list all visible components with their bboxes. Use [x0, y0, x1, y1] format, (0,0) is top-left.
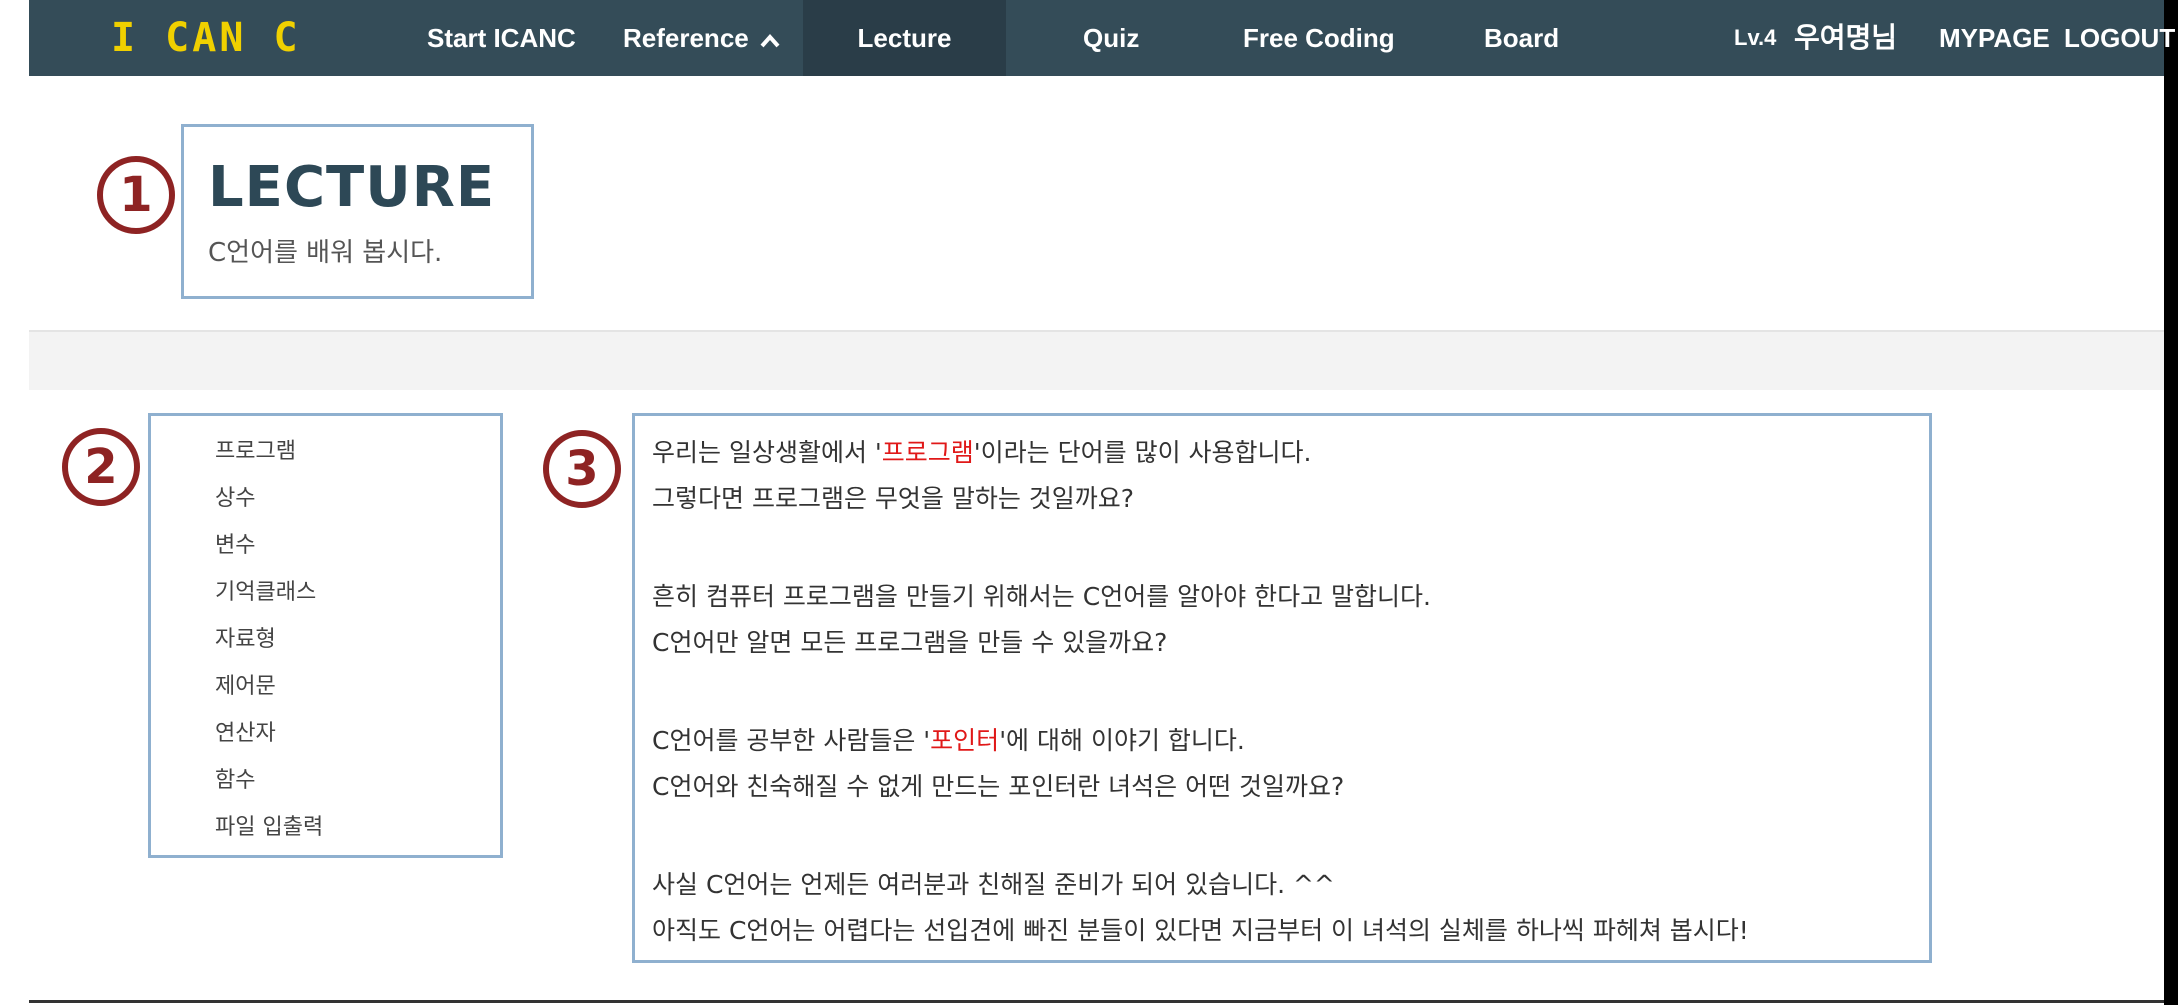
annotation-badge-2: 2 [62, 428, 140, 506]
content-line-5-b: '에 대해 이야기 합니다. [999, 726, 1245, 755]
window-edge [2164, 0, 2178, 1005]
content-line-5-a: C언어를 공부한 사람들은 ' [652, 726, 931, 755]
content-line-4: C언어만 알면 모든 프로그램을 만들 수 있을까요? [652, 628, 1168, 657]
nav-logout[interactable]: LOGOUT [2064, 0, 2175, 76]
highlight-program: 프로그램 [881, 438, 974, 467]
sidebar-item-function[interactable]: 함수 [215, 762, 255, 794]
nav-free-coding[interactable]: Free Coding [1243, 0, 1395, 76]
nav-reference-label: Reference [623, 23, 749, 53]
nav-quiz[interactable]: Quiz [1083, 0, 1139, 76]
left-gutter [0, 0, 29, 1005]
sidebar-item-storage-class[interactable]: 기억클래스 [215, 574, 316, 606]
sidebar-item-control-statement[interactable]: 제어문 [215, 668, 276, 700]
content-line-7: 사실 C언어는 언제든 여러분과 친해질 준비가 되어 있습니다. ^^ [652, 870, 1335, 899]
content-line-1: 우리는 일상생활에서 '프로그램'이라는 단어를 많이 사용합니다. [652, 433, 1311, 469]
content-line-3: 흔히 컴퓨터 프로그램을 만들기 위해서는 C언어를 알아야 한다고 말합니다. [652, 582, 1431, 611]
content-line-2: 그렇다면 프로그램은 무엇을 말하는 것일까요? [652, 484, 1135, 513]
page-header: LECTURE C언어를 배워 봅시다. [181, 124, 534, 299]
sidebar-item-data-type[interactable]: 자료형 [215, 621, 276, 653]
sidebar-item-constant[interactable]: 상수 [215, 480, 255, 512]
chevron-up-icon [759, 2, 781, 78]
content-line-1-b: '이라는 단어를 많이 사용합니다. [973, 438, 1312, 467]
lecture-content: 우리는 일상생활에서 '프로그램'이라는 단어를 많이 사용합니다. 그렇다면 … [632, 413, 1932, 963]
content-line-8: 아직도 C언어는 어렵다는 선입견에 빠진 분들이 있다면 지금부터 이 녀석의… [652, 916, 1749, 945]
nav-reference[interactable]: Reference [623, 0, 781, 76]
page-subtitle: C언어를 배워 봅시다. [208, 238, 443, 268]
content-line-1-a: 우리는 일상생활에서 ' [652, 438, 882, 467]
sidebar-item-operator[interactable]: 연산자 [215, 715, 276, 747]
highlight-pointer: 포인터 [930, 726, 1000, 755]
content-line-6: C언어와 친숙해질 수 없게 만드는 포인터란 녀석은 어떤 것일까요? [652, 772, 1345, 801]
footer-divider [29, 1000, 2164, 1003]
nav-board[interactable]: Board [1484, 0, 1559, 76]
nav-mypage[interactable]: MYPAGE [1939, 0, 2050, 76]
page-title: LECTURE [208, 155, 496, 220]
sidebar-item-variable[interactable]: 변수 [215, 527, 255, 559]
nav-start-icanc[interactable]: Start ICANC [427, 0, 576, 76]
top-navbar: I CAN C Start ICANC Reference Lecture Qu… [29, 0, 2175, 76]
section-divider-band [29, 330, 2164, 390]
sidebar-item-program[interactable]: 프로그램 [215, 433, 296, 465]
user-level: Lv.4 [1734, 25, 1777, 50]
annotation-badge-1: 1 [97, 156, 175, 234]
content-line-5: C언어를 공부한 사람들은 '포인터'에 대해 이야기 합니다. [652, 721, 1245, 757]
annotation-badge-3: 3 [543, 430, 621, 508]
brand-logo[interactable]: I CAN C [111, 0, 301, 76]
nav-lecture[interactable]: Lecture [803, 0, 1006, 76]
user-name: 우여명님 [1794, 21, 1898, 54]
lecture-sidebar: 프로그램 상수 변수 기억클래스 자료형 제어문 연산자 함수 파일 입출력 [148, 413, 503, 858]
sidebar-item-file-io[interactable]: 파일 입출력 [215, 809, 323, 841]
